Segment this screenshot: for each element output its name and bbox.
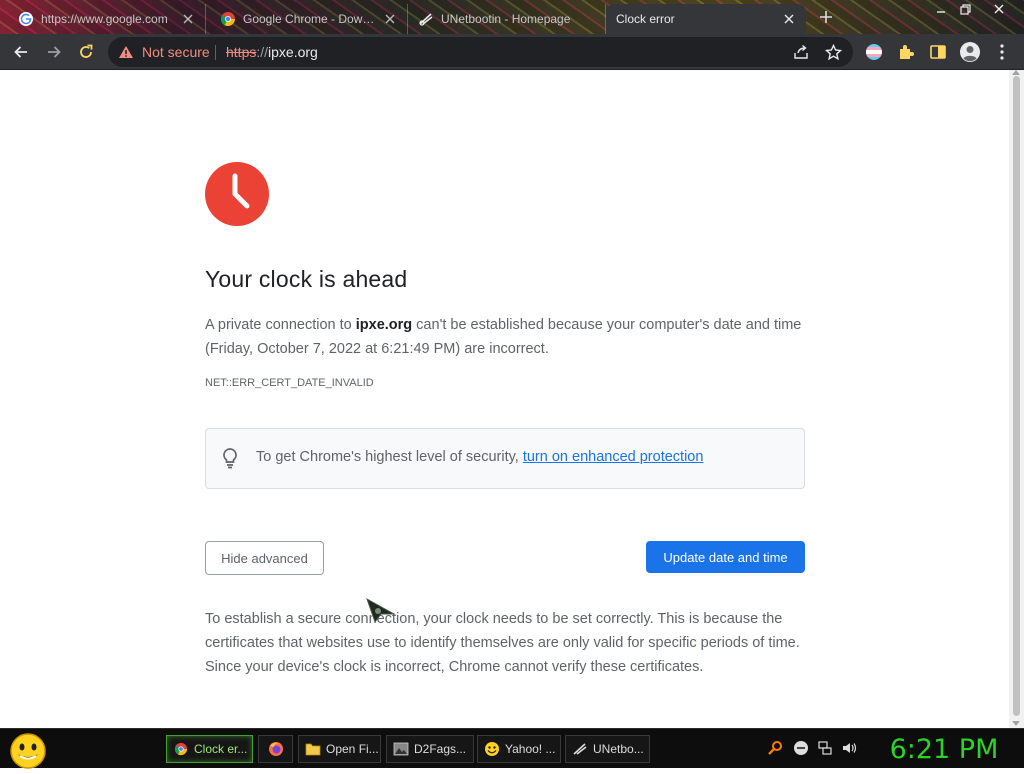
taskbar-item-unetbootin[interactable]: UNetbo... xyxy=(565,735,650,763)
lightbulb-icon xyxy=(220,447,240,469)
taskbar-item-image[interactable]: D2Fags... xyxy=(386,735,474,763)
yahoo-icon xyxy=(484,741,500,757)
close-tab-icon[interactable] xyxy=(782,12,796,26)
url-scheme: https xyxy=(226,44,257,60)
advanced-details: To establish a secure connection, your c… xyxy=(205,611,800,675)
url-host: ipxe.org xyxy=(268,44,318,60)
profile-avatar-icon[interactable] xyxy=(958,40,982,64)
unetbootin-icon xyxy=(572,741,588,757)
task-label: Clock er... xyxy=(194,742,248,756)
scroll-thumb[interactable] xyxy=(1013,76,1020,716)
promo-text: To get Chrome's highest level of securit… xyxy=(256,449,703,465)
chrome-icon xyxy=(220,11,236,27)
side-panel-icon[interactable] xyxy=(926,40,950,64)
scroll-down-arrow-icon[interactable] xyxy=(1012,721,1020,726)
folder-icon xyxy=(305,741,321,757)
taskbar-item-chrome[interactable]: Clock er... xyxy=(166,735,253,763)
enhanced-protection-link[interactable]: turn on enhanced protection xyxy=(523,449,704,465)
tab-title: Clock error xyxy=(616,12,675,26)
forward-button[interactable] xyxy=(42,40,66,64)
tab-chrome-download[interactable]: Google Chrome - Download xyxy=(210,4,408,34)
close-tab-icon[interactable] xyxy=(181,12,195,26)
tab-title: https://www.google.com xyxy=(41,12,168,26)
explanation-prefix: A private connection to xyxy=(205,317,356,333)
close-window-icon[interactable] xyxy=(986,0,1012,18)
tab-clock-error[interactable]: Clock error xyxy=(606,4,806,34)
menu-kebab-icon[interactable] xyxy=(990,40,1014,64)
new-tab-button[interactable] xyxy=(815,6,837,28)
enhanced-protection-promo: To get Chrome's highest level of securit… xyxy=(205,428,805,489)
browser-toolbar: Not secure https://ipxe.org xyxy=(0,34,1024,70)
clock-error-icon xyxy=(205,162,269,226)
firefox-icon xyxy=(268,741,284,757)
address-bar[interactable]: Not secure https://ipxe.org xyxy=(108,37,853,67)
speaker-tray-icon[interactable] xyxy=(840,739,858,757)
taskbar-clock[interactable]: 6:21 PM xyxy=(872,731,1016,767)
task-label: Open Fi... xyxy=(326,742,379,756)
url-text[interactable]: https://ipxe.org xyxy=(226,37,318,67)
profile-flag-icon[interactable] xyxy=(862,40,886,64)
cursor-icon xyxy=(366,597,396,624)
volume-mute-tray-icon[interactable] xyxy=(792,739,810,757)
back-button[interactable] xyxy=(9,40,33,64)
tab-title: UNetbootin - Homepage xyxy=(441,12,571,26)
task-label: Yahoo! ... xyxy=(505,742,556,756)
interstitial-page: Your clock is ahead A private connection… xyxy=(0,70,1009,728)
start-button[interactable] xyxy=(8,731,48,769)
search-tray-icon[interactable] xyxy=(766,739,784,757)
scroll-up-arrow-icon[interactable] xyxy=(1012,70,1020,75)
security-chip[interactable]: Not secure xyxy=(118,37,210,67)
taskbar-item-yahoo[interactable]: Yahoo! ... xyxy=(477,735,561,763)
close-tab-icon[interactable] xyxy=(383,12,397,26)
tab-google[interactable]: https://www.google.com xyxy=(8,4,206,34)
error-code: NET::ERR_CERT_DATE_INVALID xyxy=(205,377,374,389)
chrome-icon xyxy=(173,741,189,757)
taskbar-item-open-files[interactable]: Open Fi... xyxy=(298,735,381,763)
google-icon xyxy=(18,11,34,27)
bookmark-star-icon[interactable] xyxy=(824,43,842,61)
security-label: Not secure xyxy=(142,44,210,60)
image-icon xyxy=(393,741,409,757)
page-title: Your clock is ahead xyxy=(205,266,408,292)
share-icon[interactable] xyxy=(792,43,810,61)
explanation-host: ipxe.org xyxy=(355,317,413,333)
warning-icon xyxy=(118,45,134,59)
taskbar: Clock er... Open Fi... D2Fags... Yahoo! … xyxy=(0,728,1024,769)
minimize-window-icon[interactable] xyxy=(928,0,954,18)
restore-window-icon[interactable] xyxy=(952,0,978,18)
network-tray-icon[interactable] xyxy=(816,739,834,757)
task-label: UNetbo... xyxy=(593,742,644,756)
url-separator: :// xyxy=(256,44,269,60)
extensions-puzzle-icon[interactable] xyxy=(894,40,918,64)
page-scrollbar[interactable] xyxy=(1009,70,1024,728)
omnibox-divider xyxy=(215,45,216,60)
hide-advanced-button[interactable]: Hide advanced xyxy=(205,541,324,575)
update-date-button[interactable]: Update date and time xyxy=(646,541,805,573)
promo-label: To get Chrome's highest level of securit… xyxy=(256,449,523,465)
taskbar-item-firefox[interactable] xyxy=(258,735,293,763)
tab-title: Google Chrome - Download xyxy=(243,12,376,26)
error-explanation: A private connection to ipxe.org can't b… xyxy=(205,313,805,361)
task-label: D2Fags... xyxy=(414,742,467,756)
unetbootin-icon xyxy=(418,11,434,27)
reload-button[interactable] xyxy=(74,40,98,64)
tab-strip: https://www.google.com Google Chrome - D… xyxy=(0,0,1024,34)
tab-unetbootin[interactable]: UNetbootin - Homepage xyxy=(408,4,606,34)
